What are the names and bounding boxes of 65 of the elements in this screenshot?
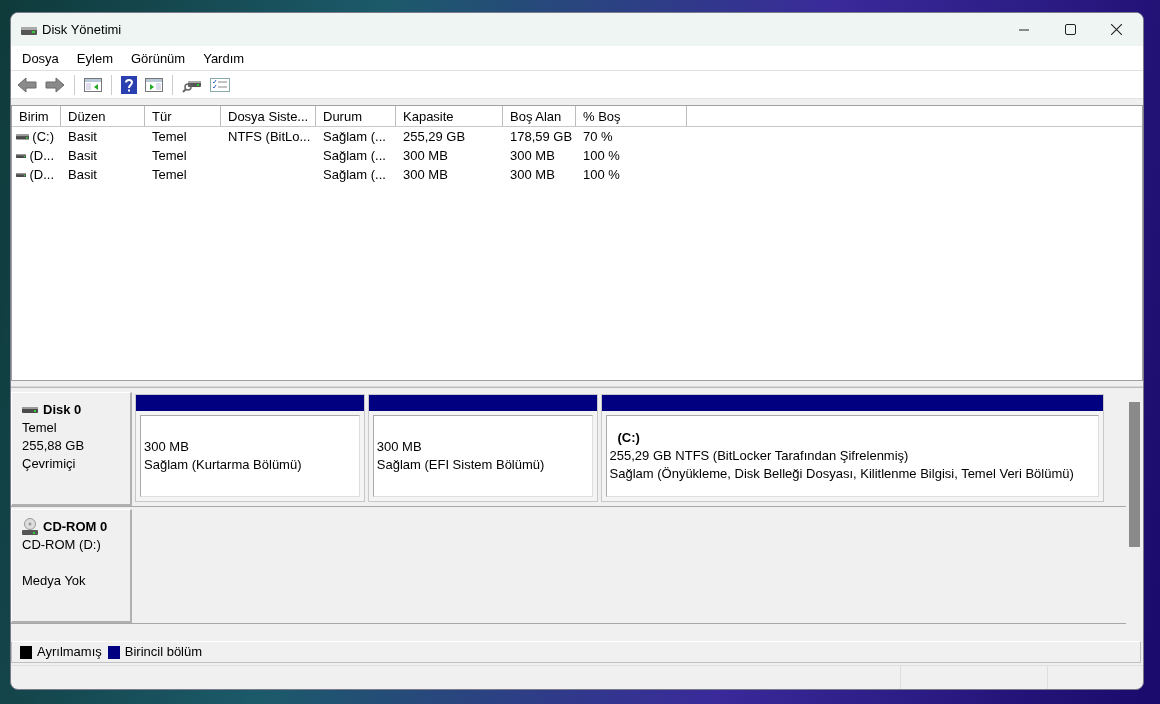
hard-drive-icon	[22, 405, 38, 415]
table-cell-text: 300 MB	[402, 166, 449, 184]
partition-status: Sağlam (EFI Sistem Bölümü)	[376, 456, 546, 474]
table-cell-text: 178,59 GB	[509, 128, 574, 146]
table-cell-text: (D...	[29, 166, 54, 184]
table-cell-text: 100 %	[582, 147, 621, 165]
table-cell-text: Sağlam (...	[322, 147, 387, 165]
table-cell-text: Sağlam (...	[322, 128, 387, 146]
table-cell-text: Basit	[67, 166, 98, 184]
back-arrow-icon[interactable]	[17, 76, 37, 93]
table-cell-text: Basit	[67, 147, 98, 165]
partition-size: 300 MB	[144, 438, 190, 456]
disk-name: Disk 0	[43, 401, 82, 419]
table-cell-text: NTFS (BitLo...	[227, 128, 312, 146]
partition[interactable]: 300 MB Sağlam (EFI Sistem Bölümü)	[367, 394, 598, 502]
menu-item[interactable]: Görünüm	[122, 45, 195, 71]
table-cell-text: Sağlam (...	[322, 166, 387, 184]
table-cell-text: 255,29 GB	[402, 128, 467, 146]
disk-type: CD-ROM (D:)	[22, 536, 102, 554]
table-cell-text: 70 %	[582, 128, 614, 146]
menu-item[interactable]: Yardım	[194, 45, 254, 71]
disk-size: 255,88 GB	[22, 437, 86, 455]
column-header[interactable]: Tür	[145, 106, 221, 126]
action-pane-icon[interactable]	[145, 76, 163, 93]
column-header[interactable]: Boş Alan	[503, 106, 576, 126]
cd-drive-icon	[22, 518, 38, 536]
table-cell-text: 300 MB	[402, 147, 449, 165]
close-icon	[1110, 24, 1122, 35]
column-header[interactable]: Kapasite	[396, 106, 503, 126]
menu-item[interactable]: Eylem	[67, 45, 122, 71]
partition[interactable]: 300 MB Sağlam (Kurtarma Bölümü)	[135, 394, 365, 502]
console-tree-icon[interactable]	[84, 76, 102, 93]
legend-label: Ayrılmamış	[37, 643, 102, 662]
menu-item[interactable]: Dosya	[13, 45, 68, 71]
disk-status: Medya Yok	[22, 572, 87, 590]
partition-status: Sağlam (Kurtarma Bölümü)	[144, 456, 303, 474]
table-cell-text: Basit	[67, 128, 98, 146]
partition-size: 300 MB	[376, 438, 423, 456]
table-cell-text: Temel	[151, 128, 188, 146]
table-cell-text: 300 MB	[509, 147, 556, 165]
column-header[interactable]: Birim	[12, 106, 61, 126]
scrollbar-thumb[interactable]	[1129, 402, 1140, 547]
table-cell-text: Temel	[151, 166, 188, 184]
column-header[interactable]: Düzen	[61, 106, 145, 126]
partition-size: 255,29 GB NTFS (BitLocker Tarafından Şifrelenmiş)	[609, 447, 910, 465]
column-header[interactable]: Durum	[316, 106, 396, 126]
window-title: Disk Yönetimi	[42, 20, 123, 39]
table-cell-text: 300 MB	[509, 166, 556, 184]
table-cell-text: Temel	[151, 147, 188, 165]
help-icon[interactable]	[121, 75, 137, 94]
column-header[interactable]: % Boş	[576, 106, 687, 126]
maximize-icon	[1064, 24, 1076, 35]
forward-arrow-icon[interactable]	[45, 76, 65, 93]
disk-type: Temel	[22, 419, 58, 437]
column-header[interactable]: Dosya Siste...	[221, 106, 316, 126]
legend-label: Birincil bölüm	[124, 643, 203, 662]
partition-status: Sağlam (Önyükleme, Disk Belleği Dosyası, Kilitlenme Bilgisi, Temel Veri Bölümü)	[609, 465, 1075, 483]
table-cell-text: (C:)	[32, 128, 54, 146]
disk-status: Çevrimiçi	[22, 455, 77, 473]
properties-icon[interactable]	[210, 76, 230, 93]
disk-name: CD-ROM 0	[43, 518, 108, 536]
table-cell-text: 100 %	[582, 166, 621, 184]
partition[interactable]: (C:) 255,29 GB NTFS (BitLocker Tarafından Şifrelenmiş) Sağlam (Önyükleme, Disk Belleği Dosyası, Kilitlenme Bilgisi, Temel Veri Bölümü)	[600, 394, 1104, 502]
partition-label: (C:)	[616, 429, 641, 447]
table-cell-text: (D...	[29, 147, 54, 165]
